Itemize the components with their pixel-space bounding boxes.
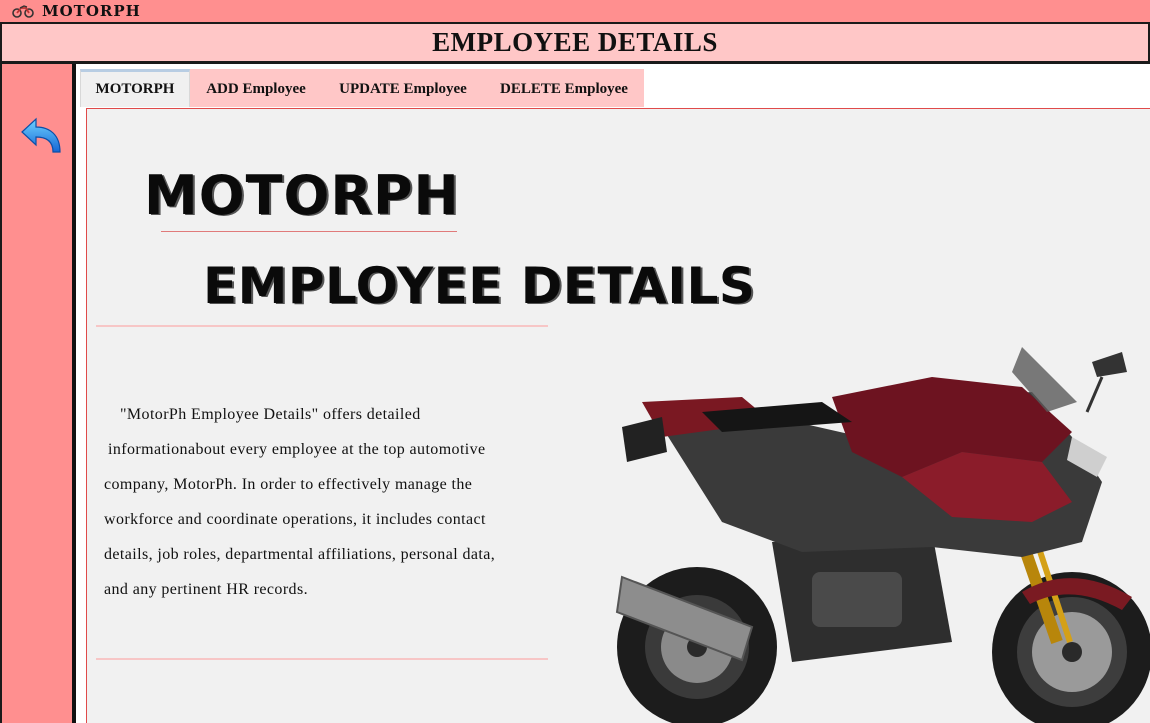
description-text: "MotorPh Employee Details" offers detail… [104,397,544,607]
header-bar: EMPLOYEE DETAILS [0,24,1150,64]
tab-delete-employee[interactable]: DELETE Employee [484,69,644,107]
sidebar [0,64,76,723]
tab-add-employee[interactable]: ADD Employee [190,69,322,107]
motorcycle-image [615,347,1150,723]
description-line: and any pertinent HR records. [104,581,308,598]
tab-update-employee[interactable]: UPDATE Employee [322,69,484,107]
content-area: MOTORPH ADD Employee UPDATE Employee DEL… [76,64,1150,723]
motorcycle-icon [12,5,34,18]
description-line: workforce and coordinate operations, it … [104,511,486,528]
description-line: company, MotorPh. In order to effectivel… [104,476,473,493]
back-arrow-icon[interactable] [18,116,64,158]
description-line: informationabout every employee at the t… [108,441,486,458]
tab-bar: MOTORPH ADD Employee UPDATE Employee DEL… [80,69,644,107]
tab-panel: MOTORPH EMPLOYEE DETAILS "MotorPh Employ… [86,108,1150,723]
tab-motorph[interactable]: MOTORPH [80,69,190,107]
divider [161,231,457,232]
divider [96,325,548,327]
divider [96,658,548,660]
hero-heading-employee-details: EMPLOYEE DETAILS [203,257,756,315]
title-bar: MOTORPH [0,0,1150,24]
hero-heading-motorph: MOTORPH [144,164,460,227]
page-title: EMPLOYEE DETAILS [432,27,718,57]
description-line: details, job roles, departmental affilia… [104,546,496,563]
window-title: MOTORPH [42,2,141,20]
description-line: "MotorPh Employee Details" offers detail… [120,406,421,423]
